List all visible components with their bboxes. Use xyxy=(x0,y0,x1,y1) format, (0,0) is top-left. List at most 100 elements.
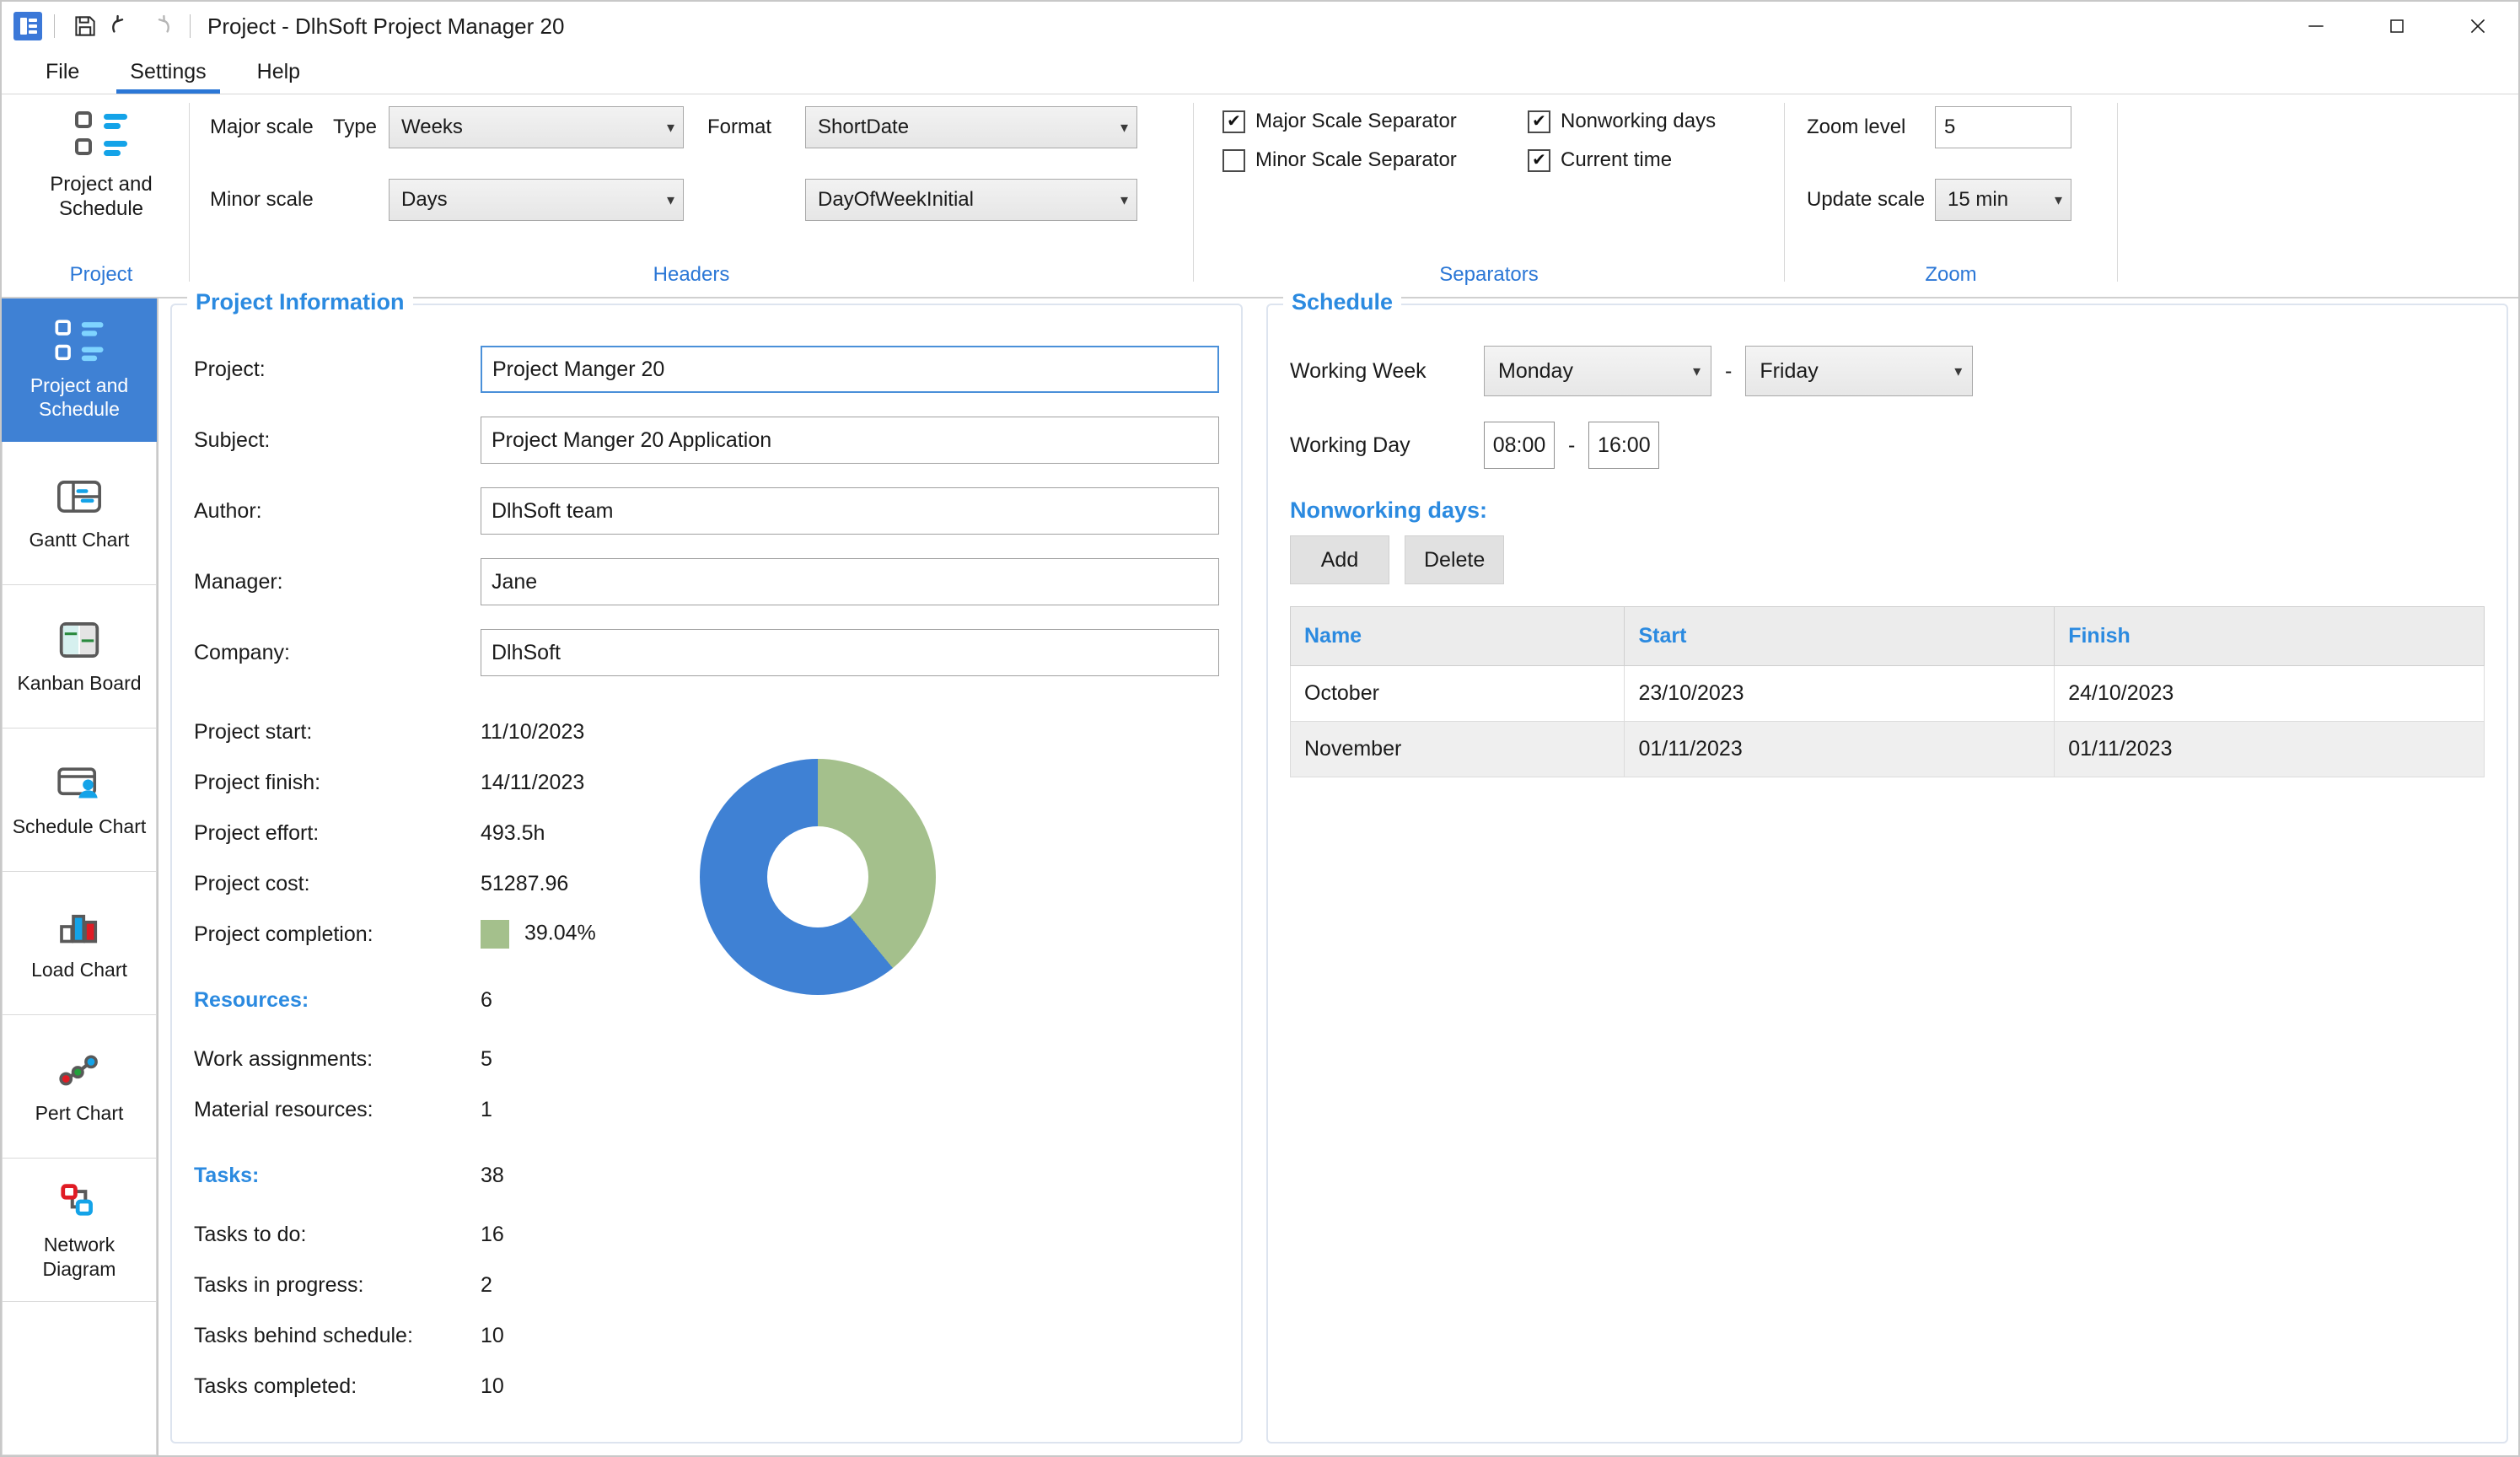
author-label: Author: xyxy=(194,498,262,523)
minor-scale-separator-checkbox[interactable]: Minor Scale Separator xyxy=(1222,148,1528,172)
sidebar-item-schedule-chart[interactable]: Schedule Chart xyxy=(2,728,157,872)
tasks-in-progress-value: 2 xyxy=(481,1272,492,1297)
company-input[interactable]: DlhSoft xyxy=(481,629,1219,676)
company-label: Company: xyxy=(194,640,290,664)
column-header-finish[interactable]: Finish xyxy=(2054,606,2485,666)
ribbon-group-zoom: Zoom level 5 Update scale 15 min ▾ Zoom xyxy=(1785,94,2117,297)
minor-scale-row: Minor scale Days ▾ DayOfWeekInitial ▾ xyxy=(210,179,1137,221)
minor-scale-format-select[interactable]: DayOfWeekInitial ▾ xyxy=(805,179,1137,221)
completion-color-swatch xyxy=(481,920,509,949)
nonworking-days-checkbox[interactable]: ✔ Nonworking days xyxy=(1528,110,1716,133)
cell-name[interactable]: November xyxy=(1289,721,1625,777)
tasks-completed-value: 10 xyxy=(481,1374,504,1398)
project-effort-value: 493.5h xyxy=(481,820,545,845)
column-header-start[interactable]: Start xyxy=(1624,606,2055,666)
sidebar-item-project-and-schedule[interactable]: Project and Schedule xyxy=(2,298,157,442)
major-scale-type-select[interactable]: Weeks ▾ xyxy=(389,106,684,148)
maximize-button[interactable] xyxy=(2356,2,2437,51)
major-scale-separator-label: Major Scale Separator xyxy=(1255,110,1457,132)
gantt-chart-icon xyxy=(56,474,102,519)
sidebar-item-gantt-chart[interactable]: Gantt Chart xyxy=(2,442,157,585)
delete-button[interactable]: Delete xyxy=(1405,535,1505,584)
update-scale-select[interactable]: 15 min ▾ xyxy=(1935,179,2071,221)
tasks-in-progress-row: Tasks in progress: 2 xyxy=(194,1260,1219,1310)
ribbon-group-separators: ✔ Major Scale Separator Minor Scale Sepa… xyxy=(1194,94,1784,297)
sidebar-item-load-chart[interactable]: Load Chart xyxy=(2,872,157,1015)
working-day-end-input[interactable]: 16:00 xyxy=(1588,422,1660,469)
sidebar-item-label: Pert Chart xyxy=(35,1102,124,1125)
subject-field-row: Subject: Project Manger 20 Application xyxy=(194,405,1219,476)
chevron-down-icon: ▾ xyxy=(1692,362,1701,379)
project-field-row: Project: Project Manger 20 xyxy=(194,334,1219,405)
update-scale-row: Update scale 15 min ▾ xyxy=(1807,179,2071,221)
project-and-schedule-icon xyxy=(75,111,127,160)
sidebar-item-kanban-board[interactable]: Kanban Board xyxy=(2,585,157,728)
checkbox-box: ✔ xyxy=(1528,110,1550,133)
window-controls xyxy=(2276,2,2518,51)
project-and-schedule-button[interactable]: Project and Schedule xyxy=(13,106,189,222)
minor-scale-format-value: DayOfWeekInitial xyxy=(818,188,974,211)
cell-start[interactable]: 23/10/2023 xyxy=(1624,665,2055,722)
add-button[interactable]: Add xyxy=(1290,535,1389,584)
sidebar-item-label: Gantt Chart xyxy=(29,529,130,551)
zoom-level-input[interactable]: 5 xyxy=(1935,106,2071,148)
cell-start[interactable]: 01/11/2023 xyxy=(1624,721,2055,777)
cell-finish[interactable]: 24/10/2023 xyxy=(2054,665,2485,722)
save-icon[interactable] xyxy=(67,8,104,45)
minimize-button[interactable] xyxy=(2276,2,2356,51)
checkbox-box: ✔ xyxy=(1528,148,1550,172)
project-information-fields: Project: Project Manger 20 Subject: Proj… xyxy=(194,334,1219,688)
schedule-title: Schedule xyxy=(1283,289,1402,315)
sidebar-item-label: Load Chart xyxy=(31,959,127,981)
close-button[interactable] xyxy=(2437,2,2518,51)
current-time-label: Current time xyxy=(1561,148,1673,171)
tasks-value: 38 xyxy=(481,1163,504,1187)
working-week-range-dash: - xyxy=(1725,358,1733,383)
ribbon-toolbar: Project and Schedule Project Major scale… xyxy=(2,94,2518,298)
nonworking-days-label: Nonworking days xyxy=(1561,110,1717,132)
sidebar-item-network-diagram[interactable]: Network Diagram xyxy=(2,1159,157,1302)
schedule-chart-icon xyxy=(56,761,102,806)
cell-name[interactable]: October xyxy=(1289,665,1625,722)
tasks-row: Tasks: 38 xyxy=(194,1150,1219,1201)
project-input[interactable]: Project Manger 20 xyxy=(481,346,1219,393)
working-week-start-value: Monday xyxy=(1498,358,1573,383)
column-header-name[interactable]: Name xyxy=(1289,606,1625,666)
undo-icon[interactable] xyxy=(104,8,141,45)
major-scale-separator-checkbox[interactable]: ✔ Major Scale Separator xyxy=(1222,110,1528,133)
manager-input[interactable]: Jane xyxy=(481,558,1219,605)
current-time-checkbox[interactable]: ✔ Current time xyxy=(1528,148,1716,172)
zoom-level-row: Zoom level 5 xyxy=(1807,106,2071,148)
working-week-end-select[interactable]: Friday ▾ xyxy=(1745,346,1974,396)
major-scale-format-select[interactable]: ShortDate ▾ xyxy=(805,106,1137,148)
minor-scale-type-value: Days xyxy=(401,188,448,211)
checkbox-box xyxy=(1222,148,1245,172)
sidebar-filler xyxy=(2,1302,157,1455)
working-day-label: Working Day xyxy=(1290,433,1410,457)
cell-finish[interactable]: 01/11/2023 xyxy=(2054,721,2485,777)
title-bar: Project - DlhSoft Project Manager 20 xyxy=(2,2,2518,51)
tasks-behind-schedule-value: 10 xyxy=(481,1323,504,1347)
nonworking-days-toolbar: Add Delete xyxy=(1290,535,2485,584)
working-day-start-input[interactable]: 08:00 xyxy=(1484,422,1555,469)
author-input[interactable]: DlhSoft team xyxy=(481,487,1219,535)
table-row[interactable]: November 01/11/2023 01/11/2023 xyxy=(1289,721,2485,777)
project-completion-donut-chart xyxy=(700,759,936,995)
tasks-to-do-label: Tasks to do: xyxy=(194,1222,307,1246)
load-chart-icon xyxy=(57,904,101,949)
minor-scale-label: Minor scale xyxy=(210,188,314,211)
minor-scale-type-select[interactable]: Days ▾ xyxy=(389,179,684,221)
menu-item-help[interactable]: Help xyxy=(232,51,325,94)
body-area: Project and Schedule Gantt Chart Kanban … xyxy=(2,289,2518,1455)
menu-item-settings[interactable]: Settings xyxy=(105,51,231,94)
table-row[interactable]: October 23/10/2023 24/10/2023 xyxy=(1289,665,2485,722)
project-information-panel: Project Information Project: Project Man… xyxy=(170,289,1243,1444)
subject-input[interactable]: Project Manger 20 Application xyxy=(481,417,1219,464)
window-title: Project - DlhSoft Project Manager 20 xyxy=(207,13,565,39)
tasks-behind-schedule-row: Tasks behind schedule: 10 xyxy=(194,1310,1219,1361)
menu-item-file[interactable]: File xyxy=(20,51,105,94)
working-week-start-select[interactable]: Monday ▾ xyxy=(1484,346,1711,396)
tasks-to-do-row: Tasks to do: 16 xyxy=(194,1209,1219,1260)
sidebar-item-pert-chart[interactable]: Pert Chart xyxy=(2,1015,157,1159)
redo-icon[interactable] xyxy=(141,8,178,45)
